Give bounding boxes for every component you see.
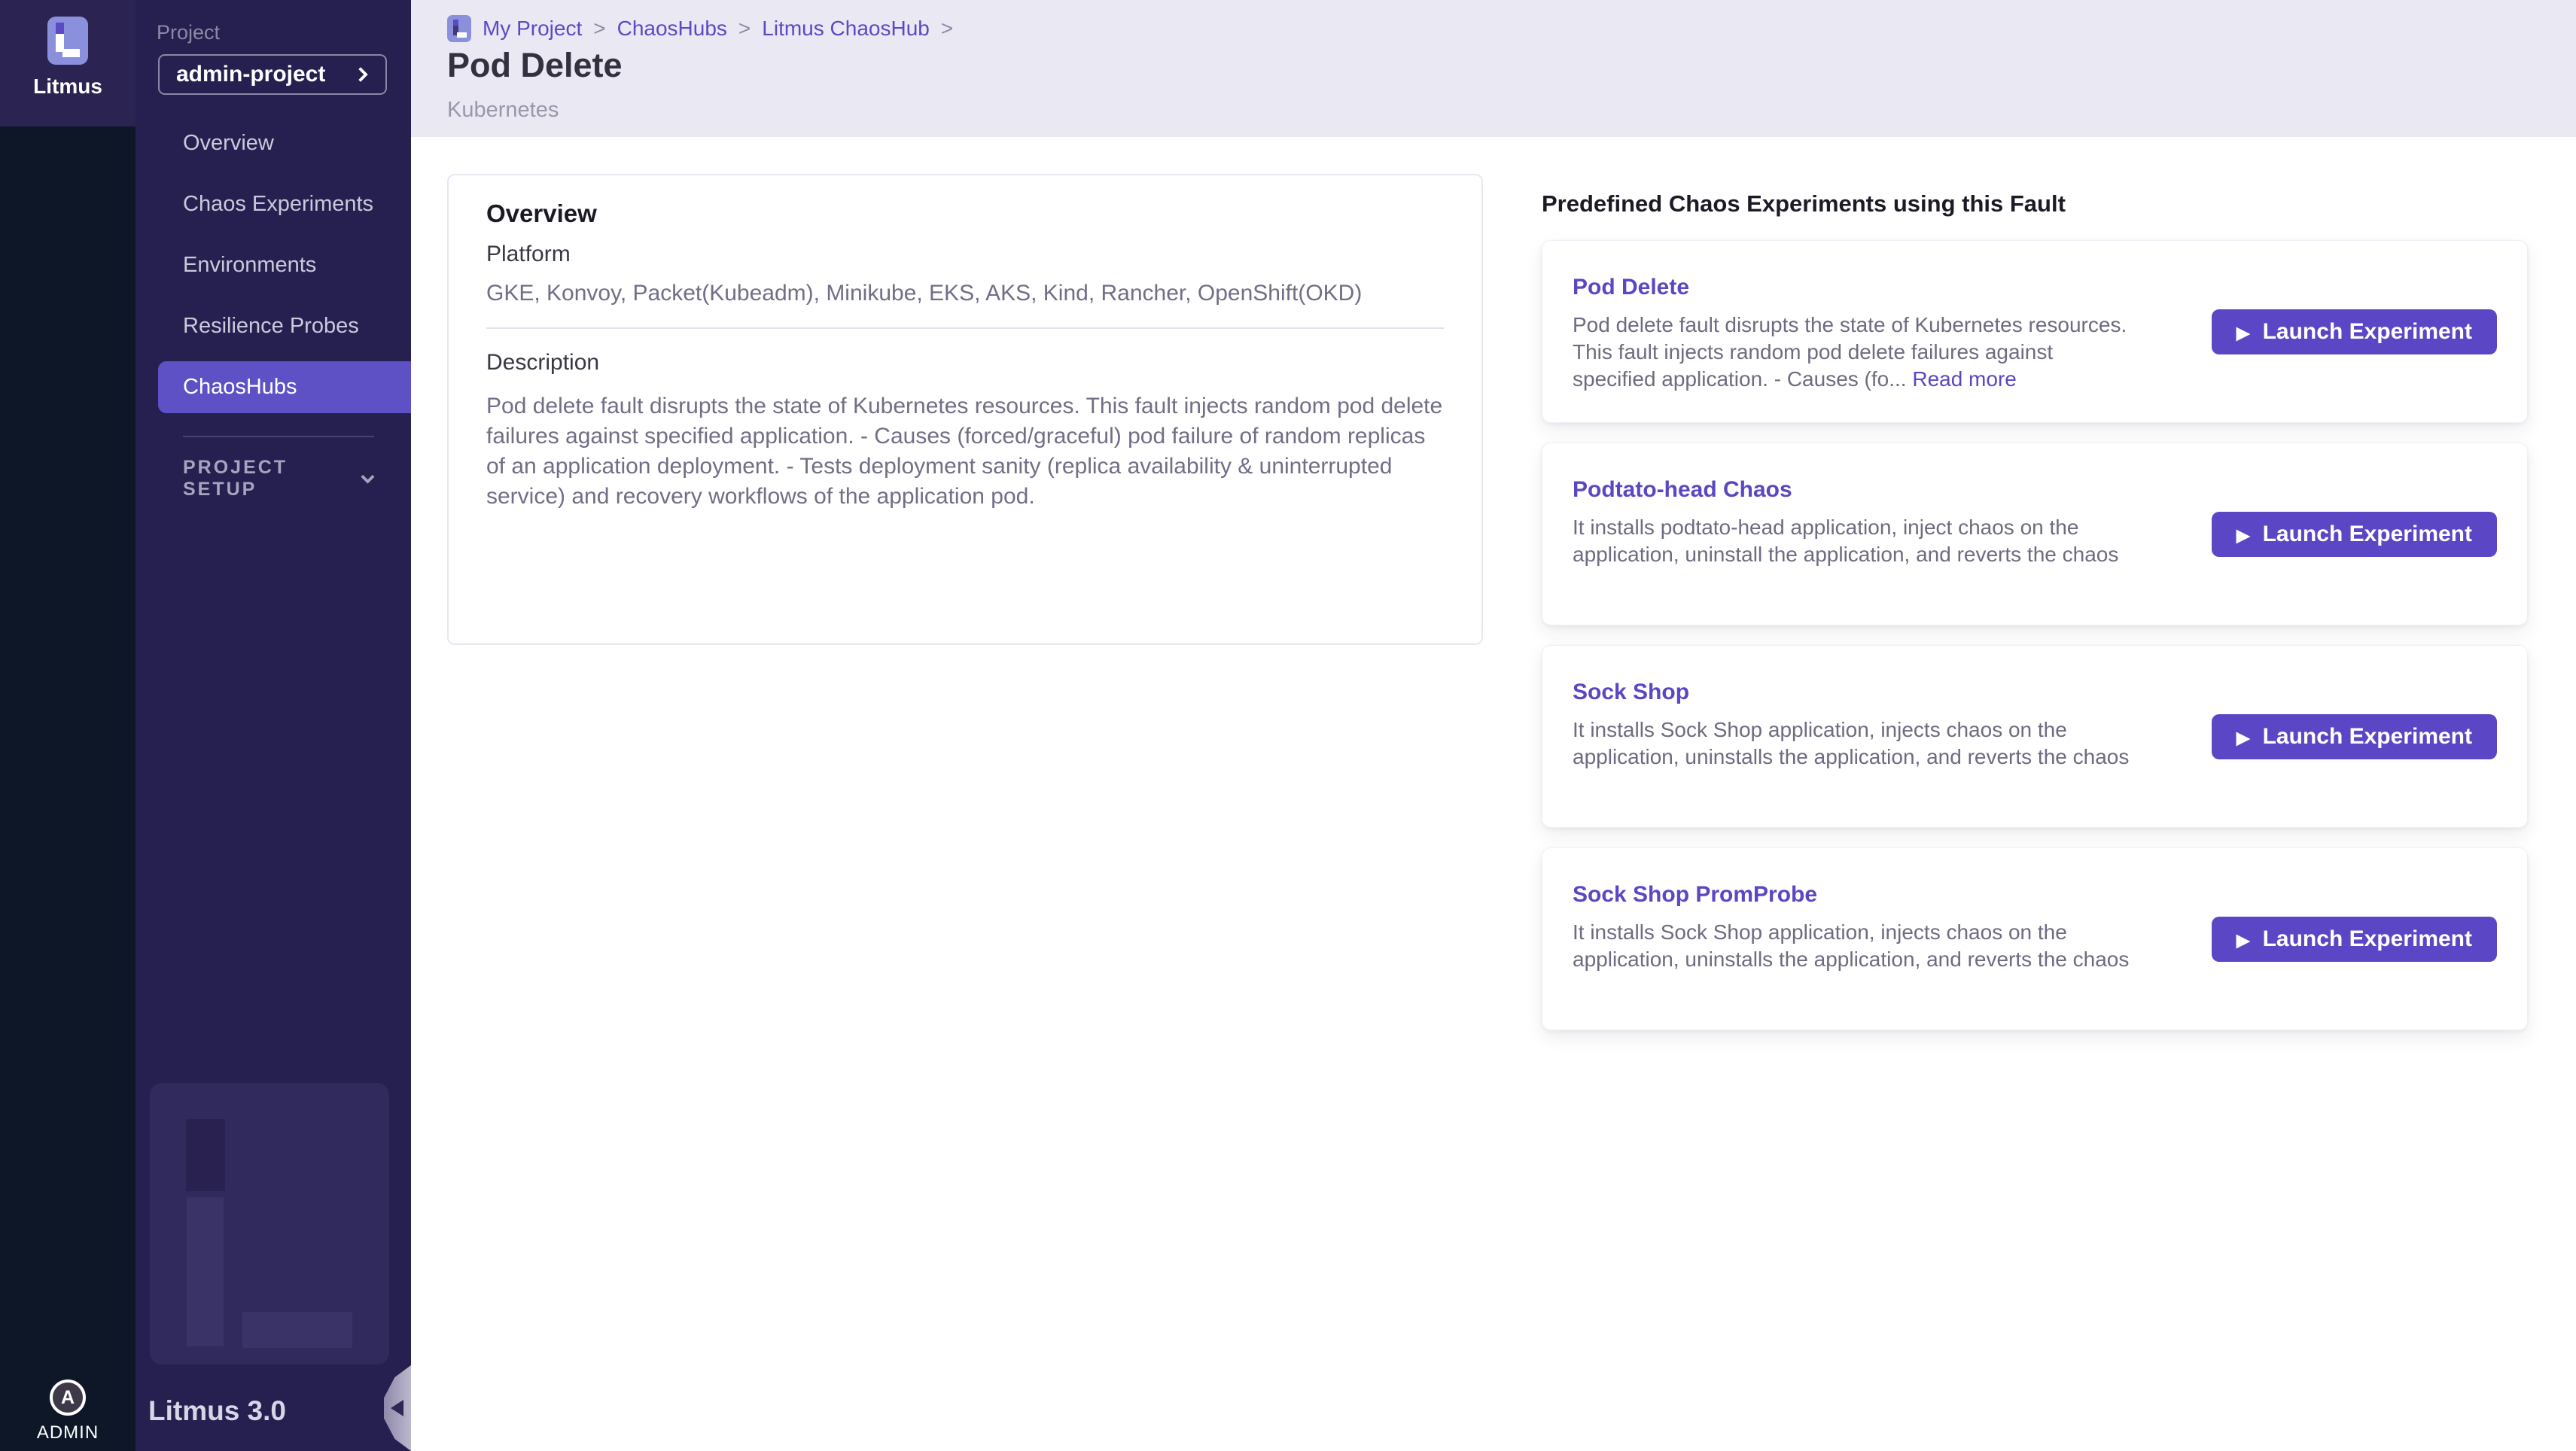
breadcrumb-separator: > bbox=[738, 17, 751, 41]
launch-experiment-button[interactable]: ▶ Launch Experiment bbox=[2212, 917, 2497, 962]
read-more-link[interactable]: Read more bbox=[1912, 367, 2017, 391]
avatar[interactable]: A bbox=[50, 1380, 86, 1416]
breadcrumb-separator: > bbox=[941, 17, 953, 41]
platform-value: GKE, Konvoy, Packet(Kubeadm), Minikube, … bbox=[486, 280, 1444, 307]
breadcrumb-chaoshubs[interactable]: ChaosHubs bbox=[617, 17, 727, 41]
predefined-experiments-section: Predefined Chaos Experiments using this … bbox=[1542, 192, 2528, 1030]
project-selector[interactable]: admin-project bbox=[158, 54, 387, 95]
user-role-label: ADMIN bbox=[37, 1422, 99, 1443]
project-setup-label: PROJECT SETUP bbox=[183, 457, 363, 500]
experiment-title-pod-delete[interactable]: Pod Delete bbox=[1573, 274, 2497, 301]
sidebar-item-environments[interactable]: Environments bbox=[135, 235, 411, 296]
litmus-logo-icon bbox=[47, 17, 88, 65]
experiment-card: Sock Shop PromProbe It installs Sock Sho… bbox=[1542, 847, 2528, 1030]
launch-experiment-button[interactable]: ▶ Launch Experiment bbox=[2212, 309, 2497, 354]
launch-button-label: Launch Experiment bbox=[2263, 319, 2472, 345]
launch-experiment-button[interactable]: ▶ Launch Experiment bbox=[2212, 512, 2497, 557]
logo-horizontal-bar bbox=[62, 49, 80, 57]
sidebar: Project admin-project Overview Chaos Exp… bbox=[135, 0, 411, 1451]
launch-experiment-button[interactable]: ▶ Launch Experiment bbox=[2212, 714, 2497, 759]
collapse-arrow-icon bbox=[391, 1400, 403, 1416]
launch-button-label: Launch Experiment bbox=[2263, 522, 2472, 547]
experiment-description: It installs Sock Shop application, injec… bbox=[1573, 919, 2133, 973]
launch-button-label: Launch Experiment bbox=[2263, 724, 2472, 750]
sidebar-watermark bbox=[150, 1083, 389, 1364]
page-header: My Project > ChaosHubs > Litmus ChaosHub… bbox=[411, 0, 2576, 137]
experiment-title-podtato-head[interactable]: Podtato-head Chaos bbox=[1573, 476, 2497, 503]
overview-divider bbox=[486, 327, 1444, 329]
play-icon: ▶ bbox=[2236, 324, 2250, 342]
breadcrumb-separator: > bbox=[593, 17, 605, 41]
breadcrumb-litmus-icon bbox=[447, 15, 471, 42]
brand-block: Litmus bbox=[0, 0, 135, 126]
breadcrumb: My Project > ChaosHubs > Litmus ChaosHub… bbox=[447, 15, 953, 42]
watermark-bar-dark bbox=[186, 1119, 225, 1191]
app-version-label: Litmus 3.0 bbox=[148, 1395, 286, 1427]
main-content: Overview Platform GKE, Konvoy, Packet(Ku… bbox=[411, 137, 2576, 1451]
sidebar-divider bbox=[183, 436, 374, 437]
breadcrumb-my-project[interactable]: My Project bbox=[483, 17, 582, 41]
experiment-card: Pod Delete Pod delete fault disrupts the… bbox=[1542, 240, 2528, 423]
experiment-description: Pod delete fault disrupts the state of K… bbox=[1573, 312, 2133, 393]
play-icon: ▶ bbox=[2236, 932, 2250, 949]
launch-button-label: Launch Experiment bbox=[2263, 926, 2472, 952]
fault-overview-card: Overview Platform GKE, Konvoy, Packet(Ku… bbox=[447, 174, 1483, 645]
watermark-bar-vertical bbox=[187, 1197, 224, 1346]
page-title: Pod Delete bbox=[447, 48, 623, 82]
predefined-experiments-heading: Predefined Chaos Experiments using this … bbox=[1542, 192, 2528, 215]
experiment-description: It installs podtato-head application, in… bbox=[1573, 514, 2133, 568]
overview-heading: Overview bbox=[486, 199, 1444, 229]
experiment-description: It installs Sock Shop application, injec… bbox=[1573, 716, 2133, 771]
sidebar-item-chaos-experiments[interactable]: Chaos Experiments bbox=[135, 174, 411, 235]
watermark-bar-horizontal bbox=[242, 1312, 352, 1348]
page-subtitle: Kubernetes bbox=[447, 99, 559, 121]
left-rail: Litmus A ADMIN bbox=[0, 0, 135, 1451]
description-text: Pod delete fault disrupts the state of K… bbox=[486, 391, 1450, 512]
project-setup-toggle[interactable]: PROJECT SETUP bbox=[183, 464, 373, 494]
description-label: Description bbox=[486, 349, 1444, 376]
chevron-right-icon bbox=[353, 67, 368, 82]
project-selector-value: admin-project bbox=[176, 62, 325, 87]
experiment-title-sock-shop-promprobe[interactable]: Sock Shop PromProbe bbox=[1573, 881, 2497, 908]
platform-label: Platform bbox=[486, 241, 1444, 268]
sidebar-item-resilience-probes[interactable]: Resilience Probes bbox=[135, 296, 411, 357]
play-icon: ▶ bbox=[2236, 527, 2250, 544]
experiment-card: Podtato-head Chaos It installs podtato-h… bbox=[1542, 443, 2528, 625]
sidebar-item-overview[interactable]: Overview bbox=[135, 113, 411, 174]
experiment-title-sock-shop[interactable]: Sock Shop bbox=[1573, 679, 2497, 706]
sidebar-collapse-handle[interactable] bbox=[384, 1365, 411, 1451]
brand-name: Litmus bbox=[33, 75, 102, 99]
breadcrumb-litmus-chaoshub[interactable]: Litmus ChaosHub bbox=[762, 17, 930, 41]
logo-accent-segment bbox=[56, 23, 64, 34]
user-menu[interactable]: A ADMIN bbox=[0, 1380, 135, 1443]
play-icon: ▶ bbox=[2236, 729, 2250, 747]
experiment-card: Sock Shop It installs Sock Shop applicat… bbox=[1542, 645, 2528, 828]
sidebar-item-chaoshubs[interactable]: ChaosHubs bbox=[135, 357, 411, 418]
sidebar-nav: Overview Chaos Experiments Environments … bbox=[135, 113, 411, 418]
project-label: Project bbox=[157, 21, 220, 44]
